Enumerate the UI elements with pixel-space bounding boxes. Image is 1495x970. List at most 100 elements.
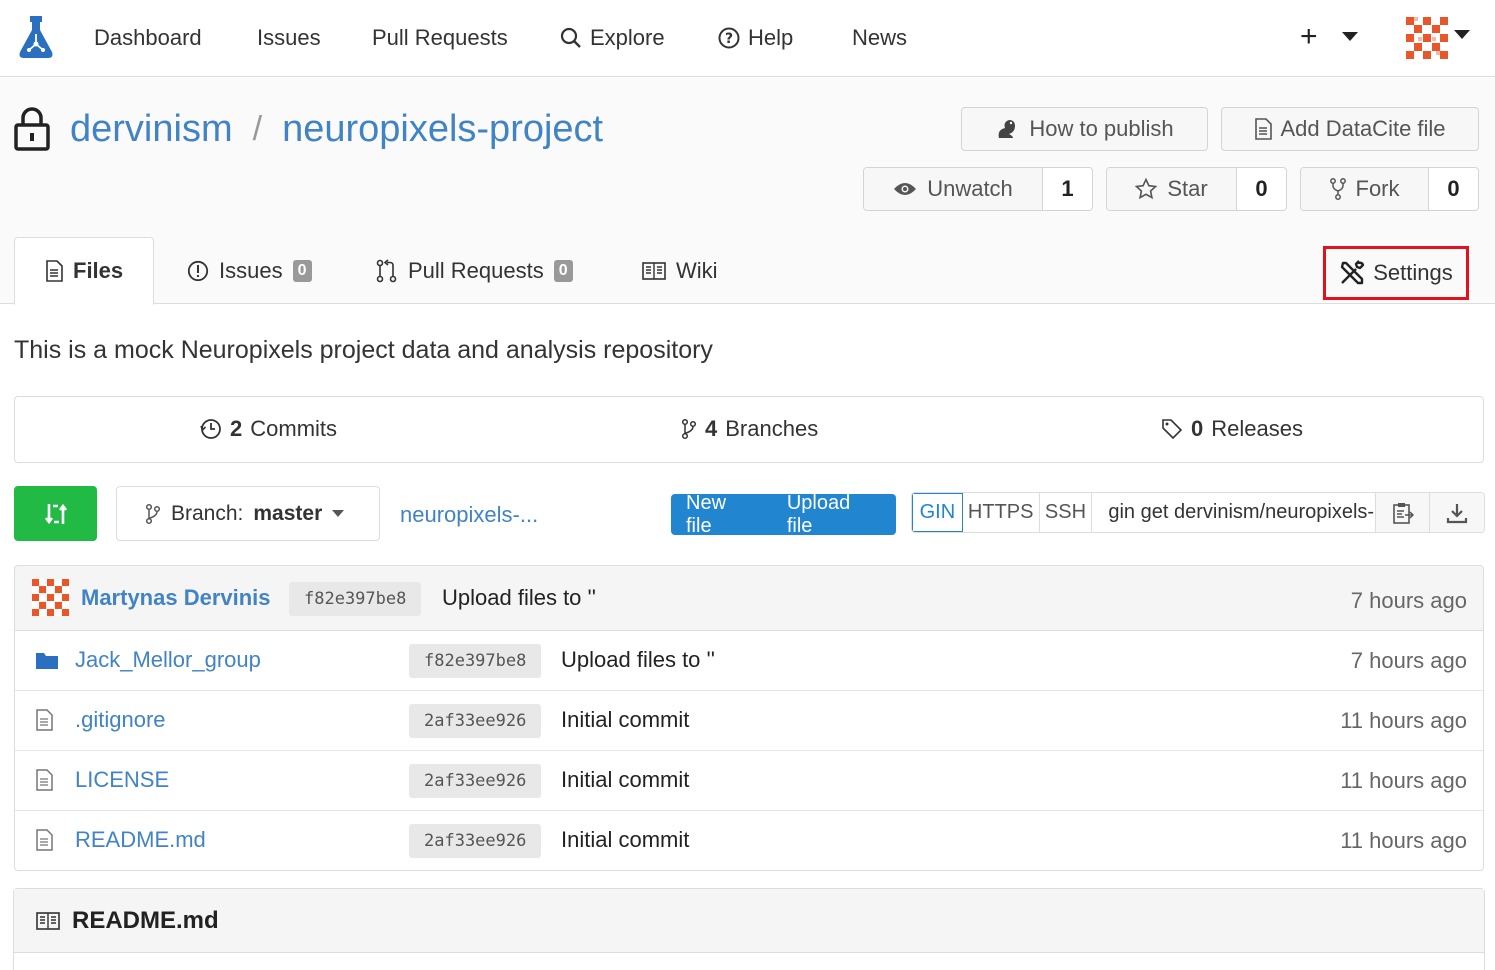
add-datacite-button[interactable]: Add DataCite file — [1221, 107, 1479, 151]
releases-count: 0 — [1191, 416, 1204, 441]
tab-pull-requests-label: Pull Requests — [408, 257, 544, 283]
star-label: Star — [1167, 176, 1208, 201]
nav-help-label: Help — [748, 25, 794, 50]
gin-logo-icon[interactable] — [16, 14, 56, 60]
repo-title: dervinism / neuropixels-project — [70, 108, 603, 151]
file-commit-sha[interactable]: 2af33ee926 — [409, 764, 542, 798]
file-name-link[interactable]: Jack_Mellor_group — [75, 647, 261, 673]
file-commit-sha[interactable]: f82e397be8 — [409, 644, 542, 678]
branches-stat-link[interactable]: 4 Branches — [681, 416, 818, 442]
tab-files[interactable]: Files — [14, 237, 155, 305]
tab-wiki[interactable]: Wiki — [642, 237, 718, 304]
file-commit-sha[interactable]: 2af33ee926 — [409, 704, 542, 738]
new-file-button[interactable]: New file — [671, 492, 772, 538]
tab-settings-label: Settings — [1373, 260, 1453, 285]
issue-opened-icon — [187, 260, 209, 281]
star-button-group: Star 0 — [1106, 167, 1287, 211]
star-icon — [1135, 178, 1158, 200]
commit-author-link[interactable]: Martynas Dervinis — [81, 585, 271, 611]
repo-name-link[interactable]: neuropixels-project — [282, 108, 603, 151]
add-datacite-label: Add DataCite file — [1280, 116, 1446, 141]
table-row: Jack_Mellor_group f82e397be8 Upload file… — [15, 631, 1483, 691]
upload-file-button[interactable]: Upload file — [772, 492, 896, 538]
git-branch-icon — [145, 503, 161, 524]
file-commit-age: 11 hours ago — [1340, 828, 1467, 853]
download-icon — [1446, 503, 1468, 523]
unwatch-button[interactable]: Unwatch — [864, 168, 1043, 210]
book-icon — [36, 911, 60, 930]
nav-dashboard[interactable]: Dashboard — [94, 22, 202, 54]
unwatch-label: Unwatch — [927, 176, 1013, 201]
repo-stats-bar: 2 Commits 4 Branches 0 Releases — [14, 396, 1484, 463]
clone-protocol-gin[interactable]: GIN — [912, 493, 963, 532]
user-avatar[interactable] — [1406, 17, 1448, 59]
tab-wiki-label: Wiki — [676, 257, 718, 283]
branches-count: 4 — [705, 416, 718, 441]
clone-protocol-ssh[interactable]: SSH — [1039, 493, 1093, 532]
readme-panel: README.md — [13, 888, 1485, 970]
file-commit-sha[interactable]: 2af33ee926 — [409, 824, 542, 858]
repo-header: dervinism / neuropixels-project How to p… — [0, 78, 1495, 305]
nav-explore[interactable]: Explore — [560, 22, 665, 54]
file-name-link[interactable]: .gitignore — [75, 707, 166, 733]
file-name-link[interactable]: README.md — [75, 827, 206, 853]
tab-pull-requests[interactable]: Pull Requests 0 — [376, 237, 573, 304]
commit-author-avatar[interactable] — [32, 579, 69, 616]
file-text-icon — [46, 260, 63, 282]
history-icon — [200, 419, 221, 439]
file-commit-message[interactable]: Upload files to '' — [561, 647, 715, 673]
repo-owner-link[interactable]: dervinism — [70, 108, 233, 151]
clone-url-input[interactable]: gin get dervinism/neuropixels-project — [1092, 493, 1377, 532]
tab-issues-label: Issues — [219, 257, 283, 283]
file-action-buttons: New file Upload file — [671, 492, 896, 538]
repo-path-breadcrumb[interactable]: neuropixels-... — [400, 502, 538, 528]
star-count[interactable]: 0 — [1237, 168, 1286, 210]
clone-protocol-https[interactable]: HTTPS — [962, 493, 1040, 532]
commits-count: 2 — [230, 416, 243, 441]
nav-pull-requests[interactable]: Pull Requests — [372, 22, 508, 54]
compare-button[interactable] — [14, 486, 97, 541]
readme-title: README.md — [72, 906, 219, 934]
table-row: .gitignore 2af33ee926 Initial commit 11 … — [15, 691, 1483, 751]
create-dropdown-caret-icon[interactable] — [1342, 32, 1358, 41]
table-row: LICENSE 2af33ee926 Initial commit 11 hou… — [15, 751, 1483, 811]
compare-arrows-icon — [44, 503, 67, 524]
nav-issues[interactable]: Issues — [257, 22, 321, 54]
tab-files-label: Files — [73, 258, 124, 283]
book-icon — [642, 261, 666, 280]
user-dropdown-caret-icon[interactable] — [1454, 30, 1470, 39]
readme-header: README.md — [14, 889, 1484, 953]
fork-button[interactable]: Fork — [1301, 168, 1429, 210]
repo-description: This is a mock Neuropixels project data … — [14, 336, 713, 364]
releases-label: Releases — [1211, 416, 1303, 441]
commit-message: Upload files to '' — [442, 585, 596, 610]
file-name-link[interactable]: LICENSE — [75, 767, 169, 793]
create-plus-icon[interactable]: + — [1300, 20, 1318, 54]
svg-text:?: ? — [725, 31, 733, 47]
file-table: Martynas Dervinis f82e397be8 Upload file… — [14, 565, 1484, 871]
releases-stat-link[interactable]: 0 Releases — [1161, 416, 1303, 442]
copy-clone-url-button[interactable] — [1376, 493, 1431, 532]
watch-count[interactable]: 1 — [1043, 168, 1092, 210]
file-text-icon — [36, 829, 53, 851]
commit-sha-button[interactable]: f82e397be8 — [289, 582, 422, 616]
git-pull-request-icon — [376, 258, 397, 282]
download-button[interactable] — [1430, 493, 1484, 532]
file-text-icon — [1255, 118, 1273, 140]
commits-stat-link[interactable]: 2 Commits — [200, 416, 337, 442]
fork-count[interactable]: 0 — [1429, 168, 1478, 210]
file-commit-message[interactable]: Initial commit — [561, 707, 689, 733]
file-commit-message[interactable]: Initial commit — [561, 827, 689, 853]
tab-settings[interactable]: Settings — [1323, 246, 1469, 300]
nav-help[interactable]: ? Help — [718, 22, 793, 54]
star-button[interactable]: Star — [1107, 168, 1237, 210]
issues-count-badge: 0 — [292, 259, 312, 282]
how-to-publish-button[interactable]: How to publish — [961, 107, 1208, 151]
branch-dropdown[interactable]: Branch: master — [116, 486, 380, 541]
fork-label: Fork — [1355, 176, 1400, 201]
file-commit-message[interactable]: Initial commit — [561, 767, 689, 793]
tab-issues[interactable]: Issues 0 — [187, 237, 312, 304]
squirrel-icon — [998, 120, 1016, 138]
watch-button-group: Unwatch 1 — [863, 167, 1093, 211]
nav-news[interactable]: News — [852, 22, 907, 54]
